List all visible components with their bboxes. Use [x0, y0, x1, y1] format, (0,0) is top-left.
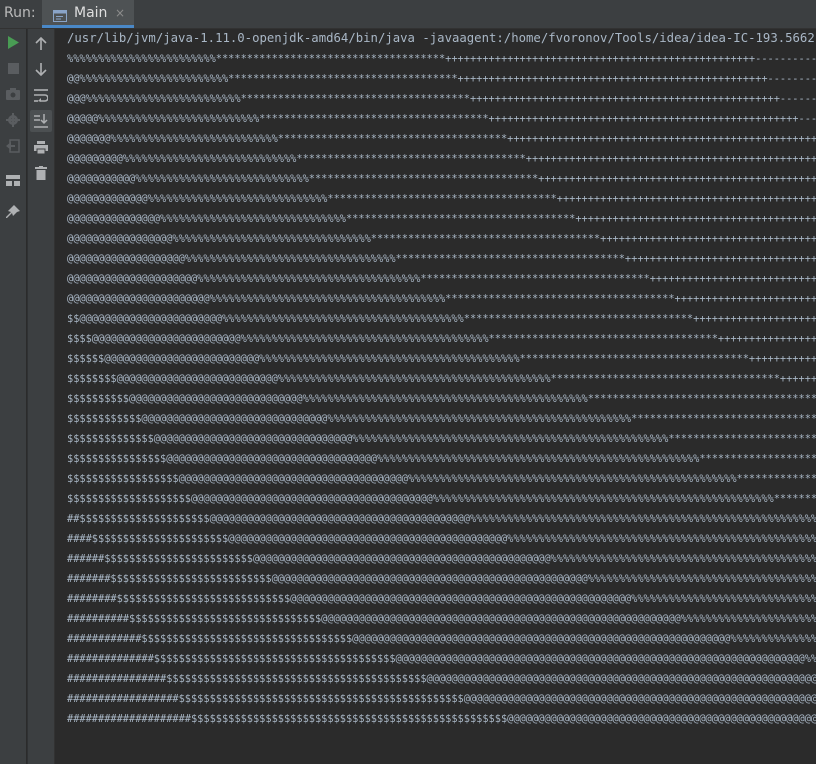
console-line: @@@@@%%%%%%%%%%%%%%%%%%%%%%%%%%*********…	[67, 113, 816, 125]
console-line: @@@@@@@@@@@@@@@@@@@%%%%%%%%%%%%%%%%%%%%%…	[67, 253, 816, 265]
console-line: $$$$$$$$$$$$$$$$$$$$@@@@@@@@@@@@@@@@@@@@…	[67, 493, 816, 505]
exit-icon[interactable]	[4, 137, 22, 155]
console-line: @@@@@@@@@@@@@@@%%%%%%%%%%%%%%%%%%%%%%%%%…	[67, 213, 816, 225]
close-icon[interactable]: ×	[115, 6, 125, 20]
console-line: $$$$$$$$$$@@@@@@@@@@@@@@@@@@@@@@@@@@@@%%…	[67, 393, 816, 405]
console-line: $$$$@@@@@@@@@@@@@@@@@@@@@@@@%%%%%%%%%%%%…	[67, 333, 816, 345]
play-icon[interactable]	[4, 33, 22, 51]
console-line: ##$$$$$$$$$$$$$$$$$$$$$@@@@@@@@@@@@@@@@@…	[67, 513, 816, 525]
print-icon[interactable]	[31, 137, 51, 157]
console-line: @@@@@@@%%%%%%%%%%%%%%%%%%%%%%%%%%%******…	[67, 133, 816, 145]
stop-icon[interactable]	[4, 59, 22, 77]
console-line: ############$$$$$$$$$$$$$$$$$$$$$$$$$$$$…	[67, 633, 816, 645]
scroll-to-end-icon[interactable]	[30, 110, 52, 132]
console-line: $$$$$$$$$$$$@@@@@@@@@@@@@@@@@@@@@@@@@@@@…	[67, 413, 816, 425]
layout-icon[interactable]	[4, 171, 22, 189]
console-line: @@@@@@@@@@@%%%%%%%%%%%%%%%%%%%%%%%%%%%%*…	[67, 173, 816, 185]
console-line: $$@@@@@@@@@@@@@@@@@@@@@@@%%%%%%%%%%%%%%%…	[67, 313, 816, 325]
tab-main-label: Main	[74, 5, 108, 21]
soft-wrap-icon[interactable]	[31, 85, 51, 105]
console-line: ####################$$$$$$$$$$$$$$$$$$$$…	[67, 713, 816, 725]
toolbar-divider	[54, 29, 55, 764]
run-label: Run:	[4, 5, 36, 21]
console-line: $$$$$$@@@@@@@@@@@@@@@@@@@@@@@@@%%%%%%%%%…	[67, 353, 816, 365]
console-line: @@@@@@@@@@@@@%%%%%%%%%%%%%%%%%%%%%%%%%%%…	[67, 193, 816, 205]
console-line: @@@@@@@@@@@@@@@@@%%%%%%%%%%%%%%%%%%%%%%%…	[67, 233, 816, 245]
camera-icon[interactable]	[4, 85, 22, 103]
console-line: ################$$$$$$$$$$$$$$$$$$$$$$$$…	[67, 673, 816, 685]
arrow-up-icon[interactable]	[31, 33, 51, 53]
run-actions-toolbar	[0, 29, 26, 764]
console-line: ####$$$$$$$$$$$$$$$$$$$$$$@@@@@@@@@@@@@@…	[67, 533, 816, 545]
pin-icon[interactable]	[4, 203, 22, 221]
console-line: ##########$$$$$$$$$$$$$$$$$$$$$$$$$$$$$$…	[67, 613, 816, 625]
arrow-down-icon[interactable]	[31, 59, 51, 79]
console-line: @@@@@@@@@%%%%%%%%%%%%%%%%%%%%%%%%%%%%***…	[67, 153, 816, 165]
gear-icon[interactable]	[4, 111, 22, 129]
console-line: @@@@@@@@@@@@@@@@@@@@@%%%%%%%%%%%%%%%%%%%…	[67, 273, 816, 285]
console-actions-toolbar	[27, 29, 55, 764]
tab-main[interactable]: Main ×	[42, 0, 134, 28]
trash-icon[interactable]	[31, 163, 51, 183]
console-line: $$$$$$$$@@@@@@@@@@@@@@@@@@@@@@@@@@%%%%%%…	[67, 373, 816, 385]
console-output[interactable]: /usr/lib/jvm/java-1.11.0-openjdk-amd64/b…	[60, 29, 816, 764]
console-line: ##################$$$$$$$$$$$$$$$$$$$$$$…	[67, 693, 816, 705]
console-line: ##############$$$$$$$$$$$$$$$$$$$$$$$$$$…	[67, 653, 816, 665]
console-line: $$$$$$$$$$$$$$@@@@@@@@@@@@@@@@@@@@@@@@@@…	[67, 433, 816, 445]
console-line: #######$$$$$$$$$$$$$$$$$$$$$$$$$$@@@@@@@…	[67, 573, 816, 585]
console-line: @@@%%%%%%%%%%%%%%%%%%%%%%%%%************…	[67, 93, 816, 105]
console-line: $$$$$$$$$$$$$$$$@@@@@@@@@@@@@@@@@@@@@@@@…	[67, 453, 816, 465]
console-tab-icon	[53, 7, 67, 22]
console-line: %%%%%%%%%%%%%%%%%%%%%%%%****************…	[67, 53, 816, 65]
run-toolwindow-header: Run: Main ×	[0, 0, 816, 29]
console-output-lines: %%%%%%%%%%%%%%%%%%%%%%%%****************…	[67, 49, 816, 729]
console-line: $$$$$$$$$$$$$$$$$$@@@@@@@@@@@@@@@@@@@@@@…	[67, 473, 816, 485]
console-line: ########$$$$$$$$$$$$$$$$$$$$$$$$$$$$@@@@…	[67, 593, 816, 605]
console-command-line: /usr/lib/jvm/java-1.11.0-openjdk-amd64/b…	[67, 31, 816, 45]
console-line: ######$$$$$$$$$$$$$$$$$$$$$$$$@@@@@@@@@@…	[67, 553, 816, 565]
console-line: @@%%%%%%%%%%%%%%%%%%%%%%%%**************…	[67, 73, 816, 85]
console-line: @@@@@@@@@@@@@@@@@@@@@@@%%%%%%%%%%%%%%%%%…	[67, 293, 816, 305]
